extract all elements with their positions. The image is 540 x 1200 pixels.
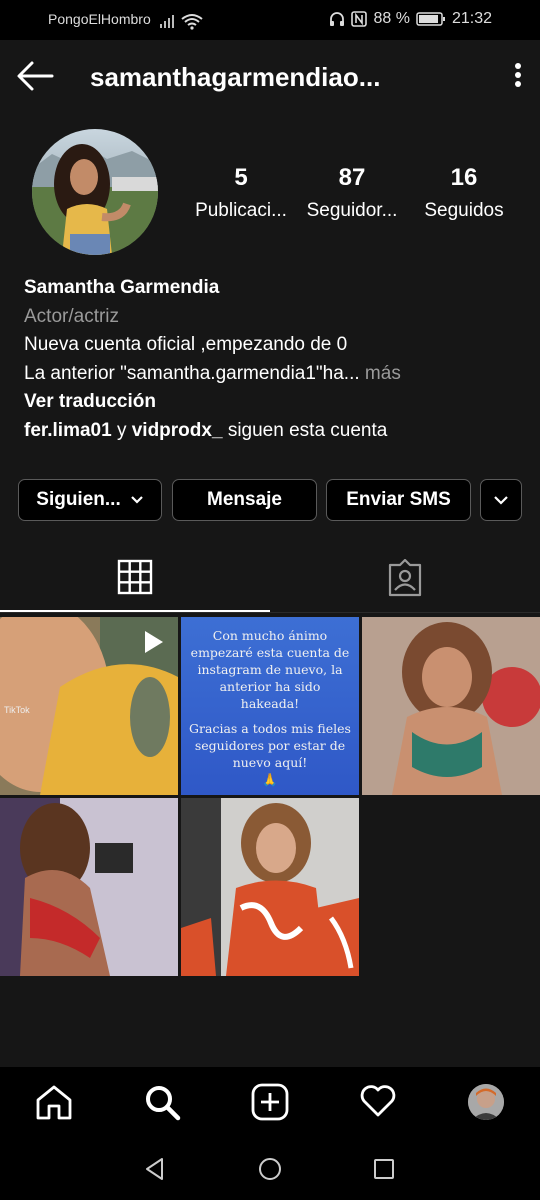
tagged-icon[interactable]: [386, 558, 424, 602]
add-icon[interactable]: [251, 1083, 289, 1126]
tiktok-watermark: TikTok: [4, 705, 30, 715]
home-icon[interactable]: [35, 1084, 73, 1125]
bio-line-1: Nueva cuenta oficial ,empezando de 0: [24, 334, 348, 355]
sms-button[interactable]: Enviar SMS: [326, 479, 471, 521]
post-tile-2[interactable]: Con mucho ánimo empezaré esta cuenta de …: [181, 617, 359, 795]
stat-posts[interactable]: 5 Publicaci...: [185, 164, 297, 222]
nfc-icon: [351, 11, 368, 27]
signal-wifi-icons: [158, 12, 208, 34]
message-button-label: Mensaje: [207, 489, 282, 510]
profile-content: 5 Publicaci... 87 Seguidor... 16 Seguido…: [0, 112, 540, 1067]
chevron-down-icon: [494, 496, 508, 505]
chevron-down-icon: [130, 496, 143, 504]
post-tile-5[interactable]: [181, 798, 359, 976]
tabs-divider: [0, 612, 540, 613]
sms-button-label: Enviar SMS: [346, 489, 451, 510]
carrier-name: PongoElHombro: [48, 11, 151, 27]
bio-line-2: La anterior "samantha.garmendia1"ha...: [24, 362, 360, 384]
following-button-label: Siguien...: [36, 489, 121, 510]
posts-count: 5: [234, 164, 248, 191]
mutual-user-2[interactable]: vidprodx_: [132, 420, 223, 441]
followers-count: 87: [338, 164, 366, 191]
bio-line-2-wrap: La anterior "samantha.garmendia1"ha... m…: [24, 360, 524, 389]
post-tile-3[interactable]: [362, 617, 540, 795]
battery-icon: [416, 12, 445, 26]
stat-followers[interactable]: 87 Seguidor...: [296, 164, 408, 222]
profile-header: samanthagarmendiao...: [0, 40, 540, 112]
profile-bio: Samantha Garmendia Actor/actriz Nueva cu…: [24, 274, 524, 445]
mutual-user-1[interactable]: fer.lima01: [24, 420, 112, 441]
stat-following[interactable]: 16 Seguidos: [408, 164, 520, 222]
post-tile-4[interactable]: [0, 798, 178, 976]
mutual-followers[interactable]: fer.lima01 y vidprodx_ siguen esta cuent…: [24, 417, 524, 446]
post-tile-1[interactable]: TikTok: [0, 617, 178, 795]
profile-tabs: [0, 542, 540, 614]
display-name: Samantha Garmendia: [24, 277, 220, 298]
more-vertical-icon[interactable]: [514, 62, 522, 93]
following-button[interactable]: Siguien...: [18, 479, 162, 521]
search-icon[interactable]: [143, 1083, 181, 1126]
bottom-navigation: [0, 1067, 540, 1137]
profile-avatar[interactable]: [468, 1084, 504, 1120]
circle-home-icon[interactable]: [258, 1157, 282, 1186]
tile2-paragraph-1: Con mucho ánimo empezaré esta cuenta de …: [190, 628, 350, 711]
message-button[interactable]: Mensaje: [172, 479, 317, 521]
bio-more-link[interactable]: más: [365, 363, 401, 384]
back-arrow-icon[interactable]: [14, 58, 54, 99]
status-bar: PongoElHombro 88 % 21:32: [0, 0, 540, 40]
profile-avatar-large[interactable]: [32, 129, 158, 255]
triangle-back-icon[interactable]: [143, 1157, 167, 1186]
posts-label: Publicaci...: [195, 200, 287, 221]
grid-icon[interactable]: [117, 559, 153, 600]
mutual-suffix: siguen esta cuenta: [227, 419, 388, 441]
status-right: 88 % 21:32: [329, 10, 492, 28]
following-label: Seguidos: [424, 200, 504, 221]
category-label: Actor/actriz: [24, 305, 120, 327]
tile2-emoji: 🙏: [262, 772, 278, 787]
clock: 21:32: [451, 10, 492, 27]
see-translation-link[interactable]: Ver traducción: [24, 388, 524, 417]
followers-label: Seguidor...: [306, 200, 398, 221]
system-navigation: [0, 1137, 540, 1200]
following-count: 16: [450, 164, 478, 191]
tile2-paragraph-2: Gracias a todos mis fieles seguidores po…: [189, 721, 351, 770]
mutual-and: y: [116, 419, 127, 441]
headphones-icon: [330, 12, 345, 26]
username-title: samanthagarmendiao...: [90, 62, 381, 92]
square-recents-icon[interactable]: [373, 1158, 395, 1185]
battery-percent: 88 %: [373, 10, 410, 27]
suggested-accounts-button[interactable]: [480, 479, 522, 521]
heart-icon[interactable]: [359, 1084, 397, 1123]
play-icon: [140, 629, 166, 660]
